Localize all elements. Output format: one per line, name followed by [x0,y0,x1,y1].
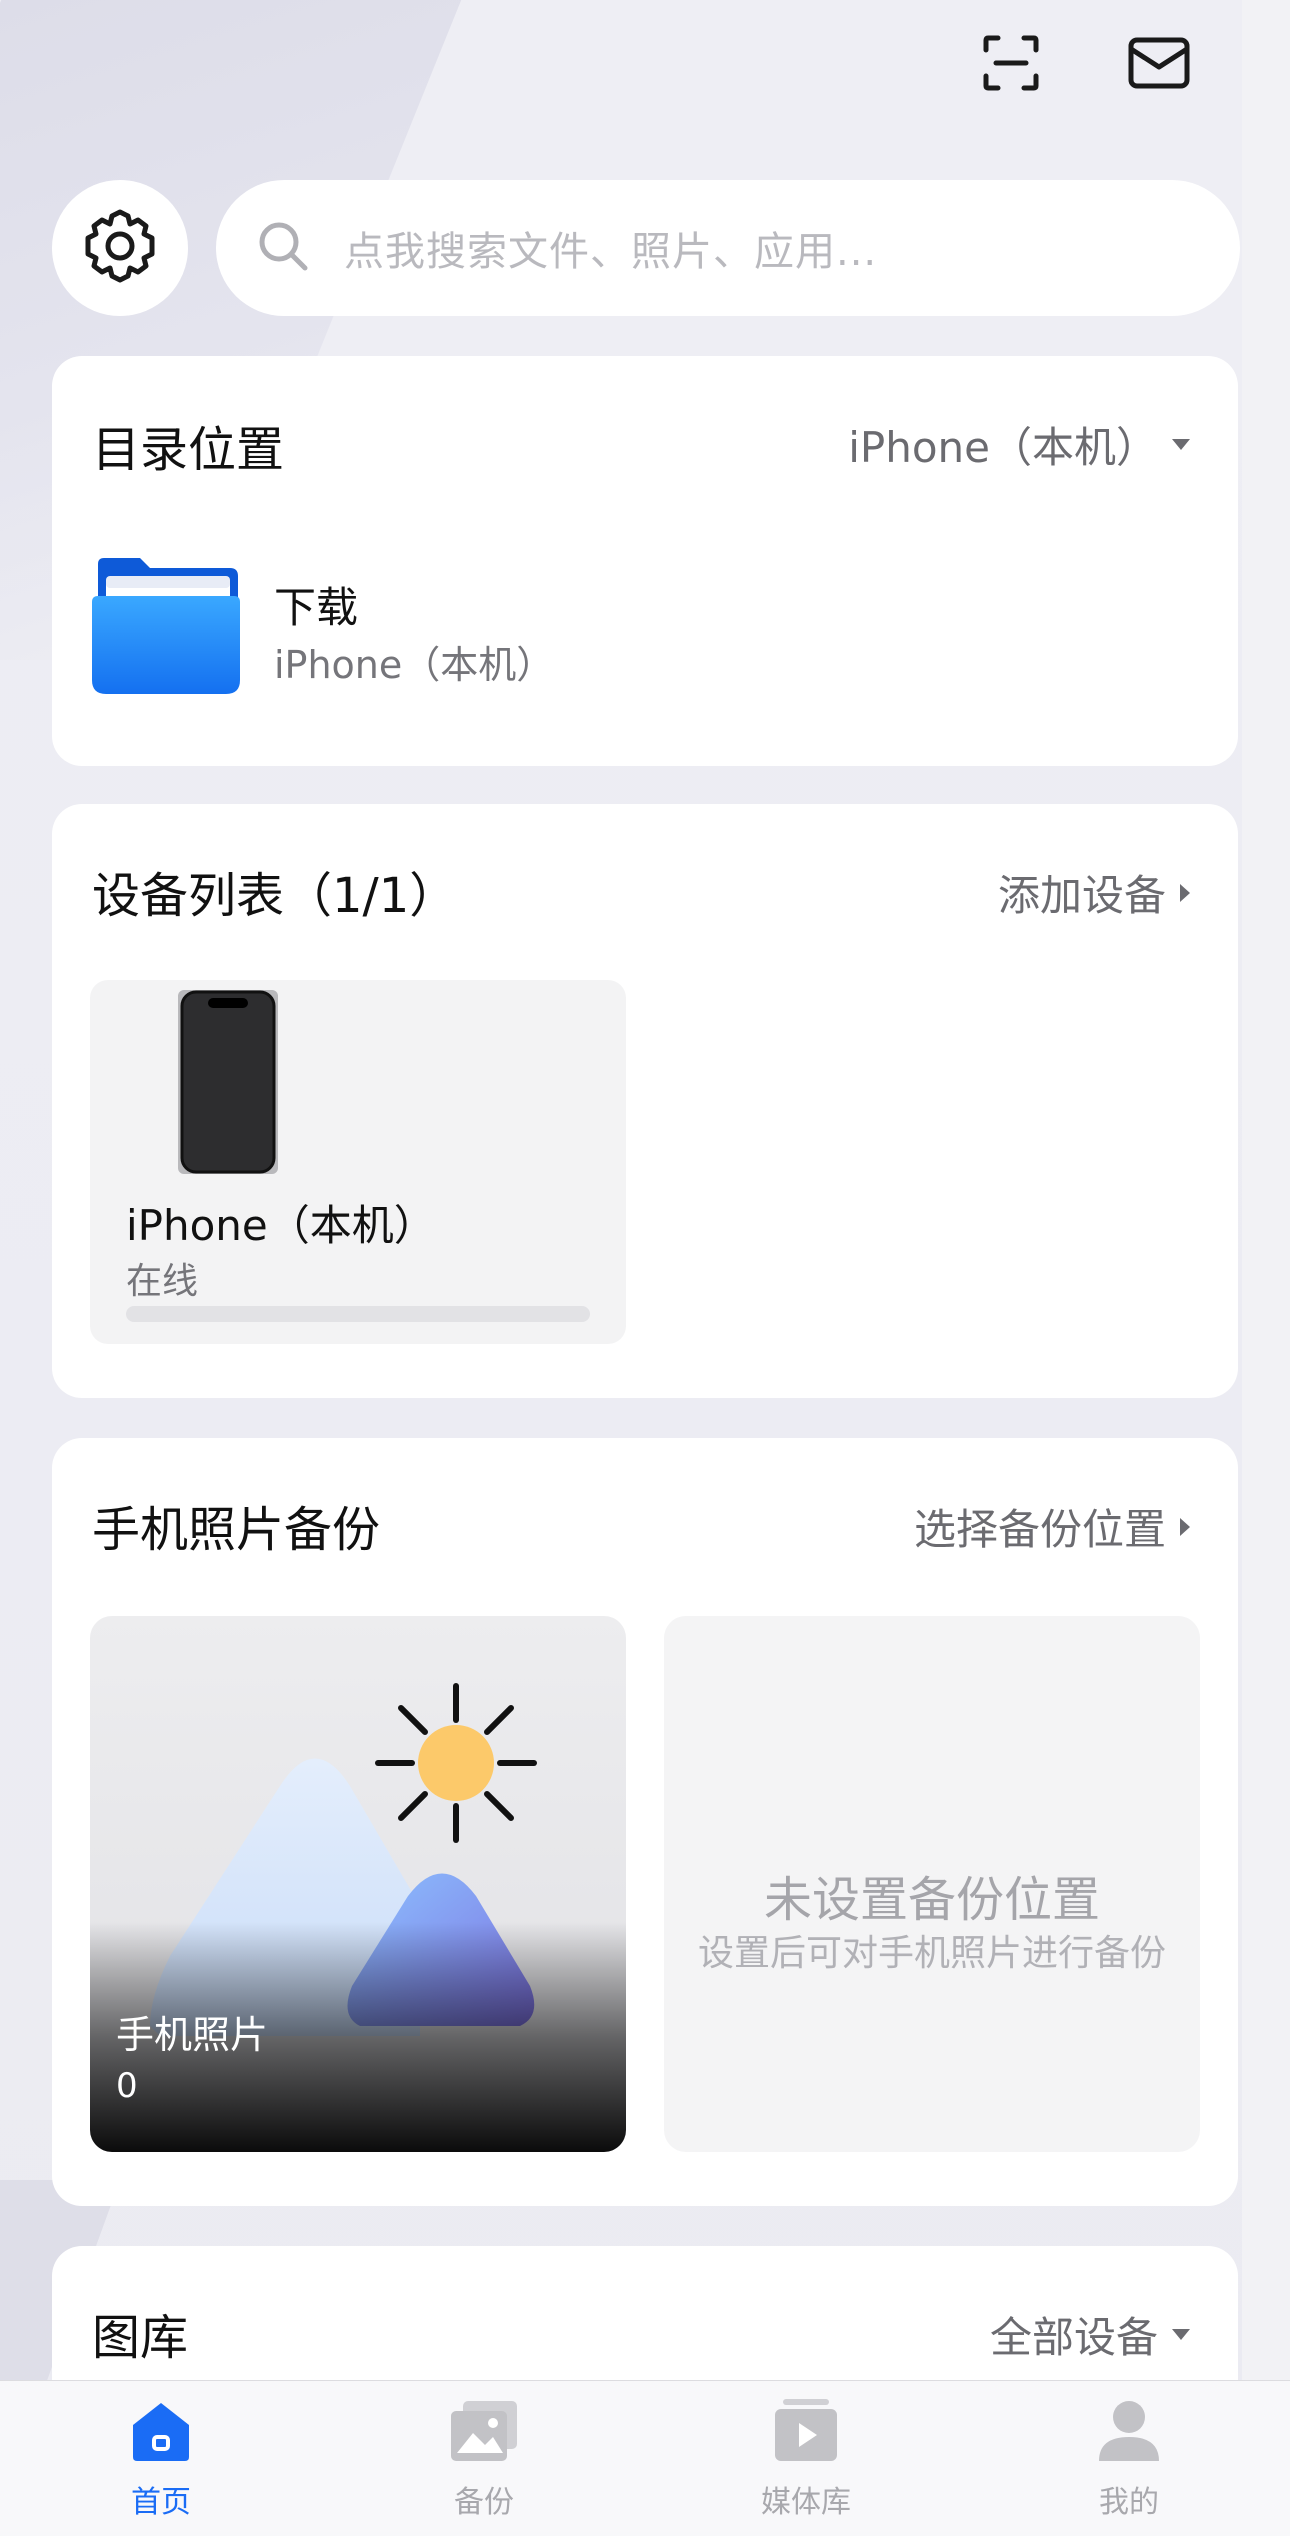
chevron-right-icon [1180,1517,1190,1536]
tab-backup-label: 备份 [454,2485,514,2520]
scan-icon[interactable] [978,30,1044,96]
folder-icon[interactable] [90,556,242,696]
dropdown-arrow-icon [1172,2329,1190,2340]
home-icon [129,2399,193,2467]
choose-backup-location-label: 选择备份位置 [913,1505,1166,1554]
device-status: 在线 [126,1261,199,1302]
empty-backup-subtitle: 设置后可对手机照片进行备份 [697,1933,1166,1974]
directory-card: 目录位置 iPhone（本机） 下载 iPhone（本机） [52,356,1238,766]
device-list-title: 设备列表（1/1） [92,868,458,924]
scroll-track [1242,0,1290,2536]
storage-bar [126,1306,590,1322]
add-device-label: 添加设备 [997,871,1166,920]
device-name: iPhone（本机） [126,1201,436,1250]
device-tile[interactable]: iPhone（本机） 在线 [90,980,626,1344]
phone-icon [178,990,278,1174]
directory-device-selector[interactable]: iPhone（本机） [848,414,1190,475]
tab-media-library-label: 媒体库 [761,2485,851,2520]
folder-name[interactable]: 下载 [274,574,358,635]
search-icon [256,219,310,277]
photo-backup-card: 手机照片备份 选择备份位置 手机照片 0 未设置备份位置 设置后可对手机照片进行… [52,1438,1238,2206]
photo-backup-icon [449,2399,519,2467]
tab-home[interactable]: 首页 [81,2399,241,2529]
device-list-card: 设备列表（1/1） 添加设备 iPhone（本机） 在线 [52,804,1238,1398]
settings-button[interactable] [52,180,188,316]
choose-backup-location-button[interactable]: 选择备份位置 [914,1496,1190,1557]
tab-profile[interactable]: 我的 [1049,2399,1209,2529]
gallery-title: 图库 [92,2310,189,2366]
photo-backup-title: 手机照片备份 [92,1502,381,1558]
phone-photos-label: 手机照片 [116,2013,269,2057]
tab-profile-label: 我的 [1099,2485,1159,2520]
chevron-right-icon [1180,883,1190,902]
directory-title: 目录位置 [92,422,285,478]
search-bar[interactable]: 点我搜索文件、照片、应用... [216,180,1240,316]
gallery-selector-label: 全部设备 [989,2313,1158,2362]
phone-photos-tile[interactable]: 手机照片 0 [90,1616,626,2152]
bottom-tab-bar: 首页 备份 媒体库 我的 [0,2380,1290,2536]
empty-backup-title: 未设置备份位置 [763,1872,1100,1928]
directory-selector-label: iPhone（本机） [848,423,1158,472]
gear-icon [80,206,160,290]
phone-photos-count: 0 [116,2066,138,2106]
search-placeholder: 点我搜索文件、照片、应用... [344,229,878,275]
mail-icon[interactable] [1126,30,1192,96]
tab-media-library[interactable]: 媒体库 [726,2399,886,2529]
add-device-button[interactable]: 添加设备 [998,862,1190,923]
dropdown-arrow-icon [1172,439,1190,450]
tab-home-label: 首页 [131,2485,191,2520]
backup-location-empty-tile[interactable]: 未设置备份位置 设置后可对手机照片进行备份 [664,1616,1200,2152]
profile-icon [1097,2399,1161,2467]
gallery-device-selector[interactable]: 全部设备 [990,2304,1190,2365]
tab-backup[interactable]: 备份 [404,2399,564,2529]
folder-location: iPhone（本机） [274,643,555,687]
media-library-icon [773,2399,839,2467]
home-screen: 点我搜索文件、照片、应用... 目录位置 iPhone（本机） 下载 iPhon… [0,0,1290,2536]
